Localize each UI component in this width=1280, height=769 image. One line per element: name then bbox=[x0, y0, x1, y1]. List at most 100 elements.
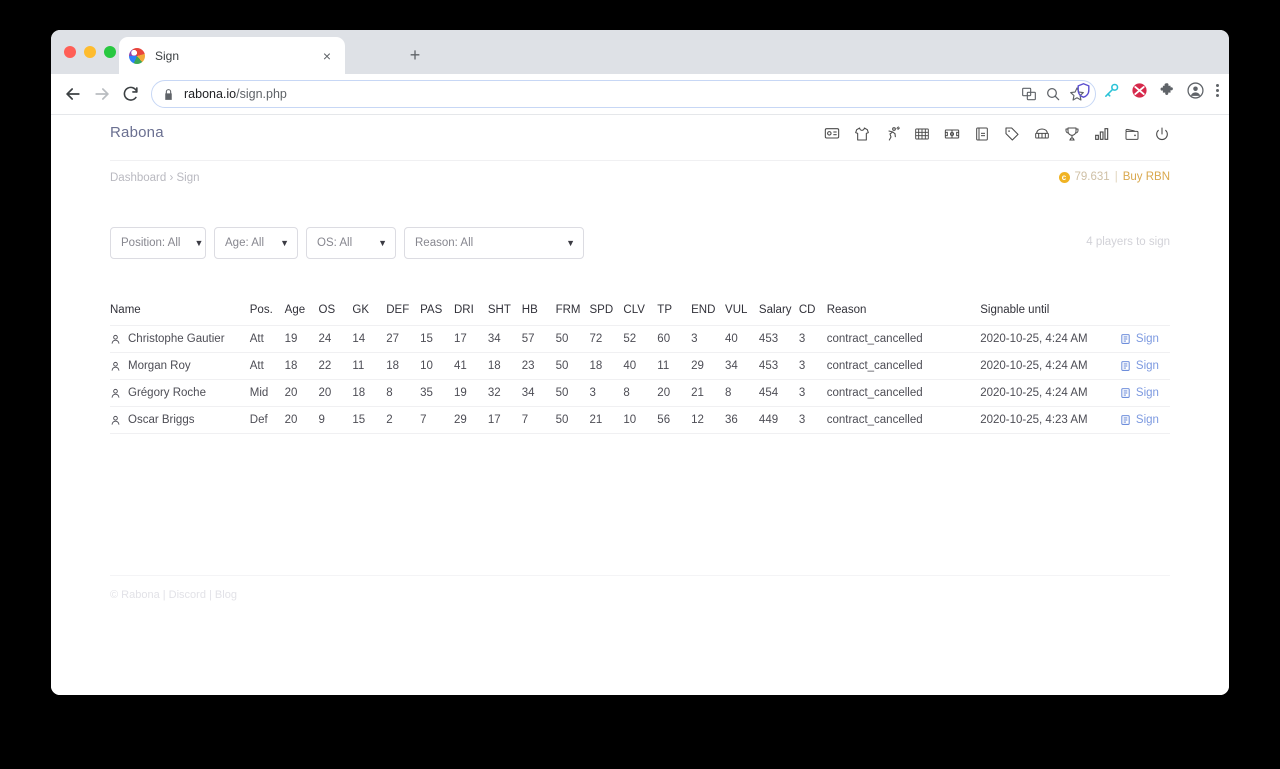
column-header-hb[interactable]: HB bbox=[522, 304, 556, 326]
column-header-clv[interactable]: CLV bbox=[623, 304, 657, 326]
cell-sht: 17 bbox=[487, 406, 522, 434]
column-header-cd[interactable]: CD bbox=[799, 304, 827, 326]
squad-kit-icon[interactable] bbox=[854, 126, 870, 142]
sign-link[interactable]: Sign bbox=[1136, 360, 1159, 372]
contract-document-icon bbox=[1120, 333, 1131, 345]
position-filter-label: Position: All bbox=[121, 237, 181, 249]
pocket-extension-icon[interactable] bbox=[1131, 82, 1148, 99]
cell-pas: 10 bbox=[420, 352, 454, 380]
sign-link[interactable]: Sign bbox=[1136, 333, 1159, 345]
forward-icon[interactable] bbox=[92, 84, 112, 104]
column-header-name[interactable]: Name bbox=[110, 304, 250, 326]
table-row[interactable]: Morgan Roy Att 18 22 11 18 10 41 18 23 5… bbox=[110, 352, 1170, 380]
close-tab-icon[interactable]: × bbox=[319, 48, 335, 64]
search-icon[interactable] bbox=[1045, 86, 1061, 102]
new-tab-button[interactable]: + bbox=[406, 46, 424, 64]
trophy-icon[interactable] bbox=[1064, 126, 1080, 142]
cell-vul: 40 bbox=[725, 325, 759, 353]
column-header-def[interactable]: DEF bbox=[386, 304, 420, 326]
position-filter-select[interactable]: Position: All ▼ bbox=[110, 227, 206, 259]
stadium-icon[interactable] bbox=[1034, 126, 1050, 142]
logout-power-icon[interactable] bbox=[1154, 126, 1170, 142]
cell-tp: 56 bbox=[657, 406, 692, 434]
column-header-gk[interactable]: GK bbox=[352, 304, 386, 326]
cell-cd: 3 bbox=[798, 352, 827, 380]
player-name[interactable]: Grégory Roche bbox=[128, 387, 206, 399]
cell-clv: 10 bbox=[623, 406, 658, 434]
column-header-tp[interactable]: TP bbox=[657, 304, 691, 326]
column-header-end[interactable]: END bbox=[691, 304, 725, 326]
close-window-button[interactable] bbox=[64, 46, 76, 58]
column-header-vul[interactable]: VUL bbox=[725, 304, 759, 326]
maximize-window-button[interactable] bbox=[104, 46, 116, 58]
cell-spd: 3 bbox=[589, 379, 624, 407]
table-body: Christophe Gautier Att 19 24 14 27 15 17… bbox=[110, 325, 1170, 434]
cell-hb: 7 bbox=[521, 406, 556, 434]
cell-vul: 34 bbox=[725, 352, 759, 380]
cell-pas: 35 bbox=[420, 379, 454, 407]
os-filter-select[interactable]: OS: All ▼ bbox=[306, 227, 396, 259]
column-header-spd[interactable]: SPD bbox=[590, 304, 624, 326]
profile-avatar-icon[interactable] bbox=[1187, 82, 1204, 99]
news-icon[interactable] bbox=[974, 126, 990, 142]
sign-link[interactable]: Sign bbox=[1136, 414, 1159, 426]
tactics-pitch-icon[interactable] bbox=[914, 126, 930, 142]
translate-icon[interactable] bbox=[1021, 86, 1037, 102]
sign-action[interactable]: Sign bbox=[1120, 387, 1170, 399]
table-row[interactable]: Christophe Gautier Att 19 24 14 27 15 17… bbox=[110, 325, 1170, 353]
puzzle-extensions-icon[interactable] bbox=[1159, 82, 1176, 99]
table-row[interactable]: Grégory Roche Mid 20 20 18 8 35 19 32 34 bbox=[110, 379, 1170, 407]
shield-extension-icon[interactable] bbox=[1075, 82, 1092, 99]
minimize-window-button[interactable] bbox=[84, 46, 96, 58]
address-bar[interactable]: rabona.io/sign.php bbox=[151, 80, 1096, 108]
column-header-pos[interactable]: Pos. bbox=[250, 304, 285, 326]
dashboard-icon[interactable] bbox=[824, 126, 840, 142]
cell-hb: 57 bbox=[521, 325, 556, 353]
cell-pos: Att bbox=[249, 325, 285, 353]
sign-action[interactable]: Sign bbox=[1120, 333, 1170, 345]
key-extension-icon[interactable] bbox=[1103, 82, 1120, 99]
cell-tp: 11 bbox=[657, 352, 692, 380]
player-name[interactable]: Christophe Gautier bbox=[128, 333, 225, 345]
column-header-frm[interactable]: FRM bbox=[556, 304, 590, 326]
contract-document-icon bbox=[1120, 360, 1131, 372]
sign-action[interactable]: Sign bbox=[1120, 414, 1170, 426]
age-filter-select[interactable]: Age: All ▼ bbox=[214, 227, 298, 259]
back-icon[interactable] bbox=[63, 84, 83, 104]
column-header-reason[interactable]: Reason bbox=[827, 304, 980, 326]
window-controls[interactable] bbox=[64, 46, 116, 58]
breadcrumb[interactable]: Dashboard › Sign bbox=[110, 172, 200, 184]
cell-dri: 17 bbox=[454, 325, 488, 353]
filter-select-group: Position: All ▼ Age: All ▼ OS: All ▼ Rea… bbox=[110, 227, 1170, 259]
column-header-salary[interactable]: Salary bbox=[759, 304, 799, 326]
chrome-menu-icon[interactable] bbox=[1215, 82, 1219, 99]
finances-wallet-icon[interactable] bbox=[1124, 126, 1140, 142]
sign-action[interactable]: Sign bbox=[1120, 360, 1170, 372]
match-icon[interactable] bbox=[944, 126, 960, 142]
reload-icon[interactable] bbox=[121, 84, 141, 104]
column-header-os[interactable]: OS bbox=[319, 304, 353, 326]
column-header-signable-until[interactable]: Signable until bbox=[980, 304, 1120, 326]
app-brand[interactable]: Rabona bbox=[110, 124, 164, 141]
page-footer[interactable]: © Rabona | Discord | Blog bbox=[110, 575, 1170, 601]
column-header-age[interactable]: Age bbox=[285, 304, 319, 326]
table-row[interactable]: Oscar Briggs Def 20 9 15 2 7 29 17 7 50 … bbox=[110, 406, 1170, 434]
cell-clv: 52 bbox=[623, 325, 658, 353]
training-icon[interactable] bbox=[884, 126, 900, 142]
player-name[interactable]: Morgan Roy bbox=[128, 360, 191, 372]
stats-bars-icon[interactable] bbox=[1094, 126, 1110, 142]
column-header-sht[interactable]: SHT bbox=[488, 304, 522, 326]
cell-def: 18 bbox=[386, 352, 421, 380]
buy-rbn-link[interactable]: Buy RBN bbox=[1123, 171, 1170, 183]
column-header-pas[interactable]: PAS bbox=[420, 304, 454, 326]
transfers-tag-icon[interactable] bbox=[1004, 126, 1020, 142]
sign-link[interactable]: Sign bbox=[1136, 387, 1159, 399]
reason-filter-select[interactable]: Reason: All ▼ bbox=[404, 227, 584, 259]
player-name[interactable]: Oscar Briggs bbox=[128, 414, 194, 426]
page-content: Rabona Dashboard › Sign c 79.631 | Buy R… bbox=[51, 115, 1229, 695]
cell-def: 8 bbox=[386, 379, 421, 407]
cell-name: Grégory Roche bbox=[110, 379, 250, 407]
browser-tab[interactable]: Sign × bbox=[119, 37, 345, 74]
column-header-dri[interactable]: DRI bbox=[454, 304, 488, 326]
cell-name: Christophe Gautier bbox=[110, 325, 250, 353]
